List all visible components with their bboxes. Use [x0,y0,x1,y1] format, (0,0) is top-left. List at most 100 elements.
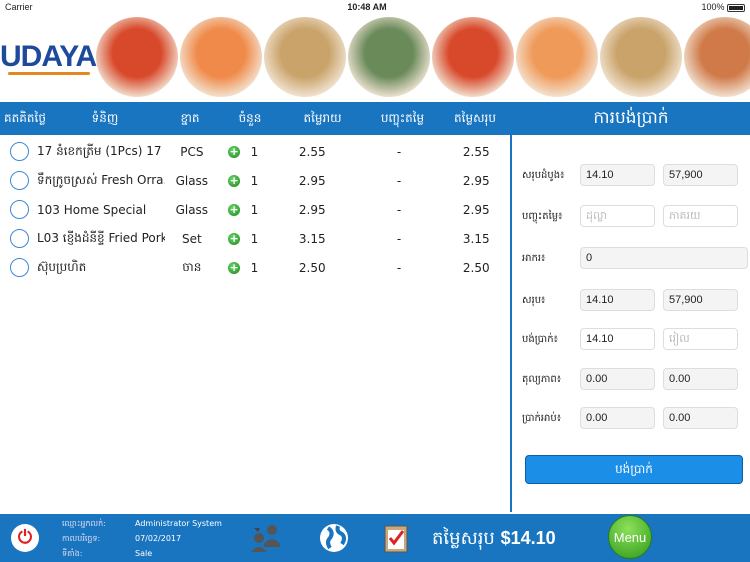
balance-riel-field: 0.00 [663,368,738,390]
item-discount: - [396,173,402,188]
item-discount: - [396,260,402,275]
table-row[interactable]: ស៊ុបប្រហិត ចាន +1 2.50 - 2.50 [0,253,510,282]
location-label: ទីតាំង: [62,549,83,558]
battery: 100% [701,2,745,12]
subtotal-usd-field: 14.10 [580,164,655,186]
date-value: 07/02/2017 [135,534,182,543]
change-label: ប្រាក់អាប់៖ [522,412,562,424]
food-image [432,17,515,97]
carrier: Carrier [5,2,33,12]
item-price: 3.15 [298,231,326,246]
select-radio[interactable] [10,229,29,248]
item-qty: 1 [250,173,259,188]
payment-title: ការបង់ប្រាក់ [512,102,750,135]
item-discount: - [396,231,402,246]
switch-user-icon[interactable] [250,522,282,554]
col-header: តម្លៃសរុប [454,110,496,125]
discount-label: បញ្ចុះតម្លៃ៖ [522,210,563,222]
plus-icon[interactable]: + [228,232,240,245]
food-image [96,17,179,97]
seller-label: ឈ្មោះអ្នកលក់: [62,519,106,528]
grand-total: តម្លៃសរុប $14.10 [432,528,556,549]
select-radio[interactable] [10,171,29,190]
tax-label: អាករ៖ [522,252,546,264]
table-row[interactable]: 17 នំខេកត្រីម (1Pcs) 17 C... PCS +1 2.55 - 2.… [0,137,510,166]
subtotal-label: សរុបដំបូង៖ [522,169,565,181]
item-price: 2.55 [298,144,326,159]
item-name: ស៊ុបប្រហិត [37,259,87,274]
item-price: 2.95 [298,202,326,217]
food-image [180,17,263,97]
item-unit: ចាន [182,259,202,274]
clipboard-check-icon[interactable] [380,522,412,554]
location-value: Sale [135,549,153,558]
food-image [348,17,431,97]
order-list: 17 នំខេកត្រីម (1Pcs) 17 C... PCS +1 2.55 - 2.… [0,137,510,282]
banner: UDAYA [0,14,750,100]
globe-icon[interactable] [318,522,350,554]
change-usd-field: 0.00 [580,407,655,429]
total-usd-field: 14.10 [580,289,655,311]
col-header: ចំនួន [238,110,262,125]
footer-bar: ⏻ ឈ្មោះអ្នកលក់: កាលបរិច្ឆេទ: ទីតាំង: Adm… [0,514,750,562]
plus-icon[interactable]: + [228,174,240,187]
col-header: ខ្នាត [180,110,200,125]
item-name: ទឹកក្រូចស្រស់ Fresh Orra... [37,172,166,187]
plus-icon[interactable]: + [228,203,240,216]
item-qty: 1 [250,231,259,246]
balance-label: តុល្យភាព៖ [522,373,562,385]
col-header: តម្លៃរាយ [303,110,342,125]
item-unit: Glass [175,202,209,217]
food-image [516,17,599,97]
paid-usd-input[interactable]: 14.10 [580,328,655,350]
seller-name: Administrator System [135,519,222,528]
item-unit: Set [181,231,202,246]
item-discount: - [396,144,402,159]
clock: 10:48 AM [347,2,387,12]
table-row[interactable]: 103 Home Special Glass +1 2.95 - 2.95 [0,195,510,224]
order-table-header: គតគិតថ្លៃ ទំនិញ ខ្នាត ចំនួន តម្លៃរាយ បញ្… [0,102,510,135]
battery-icon [727,3,745,12]
panel-divider [510,102,512,512]
item-total: 2.95 [462,202,490,217]
item-discount: - [396,202,402,217]
discount-percent-input[interactable]: ភាគរយ [663,205,738,227]
select-radio[interactable] [10,142,29,161]
item-name: 103 Home Special [37,202,147,217]
plus-icon[interactable]: + [228,261,240,274]
change-riel-field: 0.00 [663,407,738,429]
power-icon[interactable]: ⏻ [11,524,39,552]
food-image [264,17,347,97]
select-radio[interactable] [10,200,29,219]
logo: UDAYA [0,14,97,100]
item-qty: 1 [250,202,259,217]
paid-label: បង់ប្រាក់៖ [522,333,558,345]
item-unit: PCS [180,144,204,159]
col-header: ទំនិញ [91,110,119,125]
food-image [600,17,683,97]
item-total: 2.50 [462,260,490,275]
item-unit: Glass [175,173,209,188]
select-radio[interactable] [10,258,29,277]
plus-icon[interactable]: + [228,145,240,158]
table-row[interactable]: L03 ខ្ញើងដំនីខ្ទី Fried Pork... Set +1 3.15… [0,224,510,253]
item-price: 2.95 [298,173,326,188]
tax-field: 0 [580,247,748,269]
item-total: 2.95 [462,173,490,188]
total-label: សរុប៖ [522,294,546,306]
pay-button[interactable]: បង់ប្រាក់ [525,455,743,484]
paid-riel-input[interactable]: រៀល [663,328,738,350]
item-total: 3.15 [462,231,490,246]
total-riel-field: 57,900 [663,289,738,311]
col-header: បញ្ចុះតម្លៃ [380,110,425,125]
balance-usd-field: 0.00 [580,368,655,390]
subtotal-riel-field: 57,900 [663,164,738,186]
discount-usd-input[interactable]: ដុល្លា [580,205,655,227]
table-row[interactable]: ទឹកក្រូចស្រស់ Fresh Orra... Glass +1 2.95 - 2… [0,166,510,195]
status-bar: Carrier 10:48 AM 100% [0,0,750,14]
item-price: 2.50 [298,260,326,275]
item-name: 17 នំខេកត្រីម (1Pcs) 17 C... [37,143,165,158]
item-name: L03 ខ្ញើងដំនីខ្ទី Fried Pork... [37,230,166,245]
menu-button[interactable]: Menu [608,515,652,559]
item-qty: 1 [250,260,259,275]
